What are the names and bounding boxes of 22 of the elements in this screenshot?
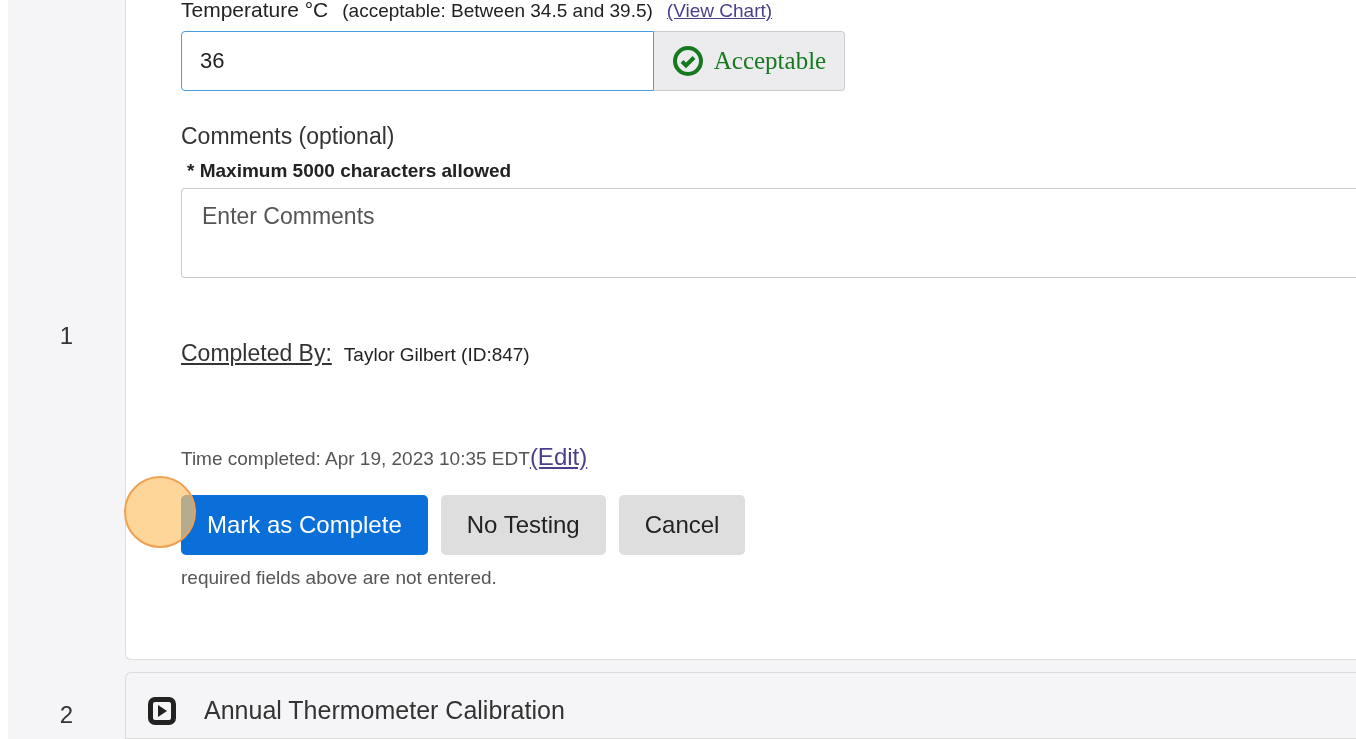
action-button[interactable]: Cancel	[618, 495, 746, 555]
range-text: (acceptable: Between 34.5 and 39.5)	[342, 0, 653, 22]
edit-link[interactable]: (Edit)	[529, 443, 588, 470]
step-number: 2	[59, 700, 74, 729]
time-completed-text: Time completed: Apr 19, 2023 10:35 EDT	[181, 448, 530, 469]
temperature-input[interactable]: 36	[181, 31, 654, 91]
step-number: 1	[59, 322, 74, 350]
comments-label: Comments (optional)	[181, 123, 396, 150]
step-header[interactable]: Annual Thermometer Calibration	[125, 672, 1356, 739]
max-length-note: * Maximum 5000 characters allowed	[187, 160, 513, 182]
view-chart-link[interactable]: (View Chart)	[666, 0, 773, 22]
validation-message: required fields above are not entered.	[181, 567, 498, 589]
completed-by-label: Completed By:	[181, 340, 332, 367]
status-badge: Acceptable	[654, 31, 845, 91]
check-circle-icon	[671, 45, 704, 77]
comments-field[interactable]: Enter Comments	[181, 188, 1356, 278]
mark-complete-button[interactable]: Mark as Complete	[181, 495, 428, 555]
action-button[interactable]: No Testing	[440, 495, 606, 555]
completed-by-value: Taylor Gilbert (ID:847)	[343, 344, 530, 366]
step-title: Annual Thermometer Calibration	[204, 696, 565, 725]
field-label: Temperature °C	[181, 0, 329, 22]
play-icon	[146, 694, 178, 727]
